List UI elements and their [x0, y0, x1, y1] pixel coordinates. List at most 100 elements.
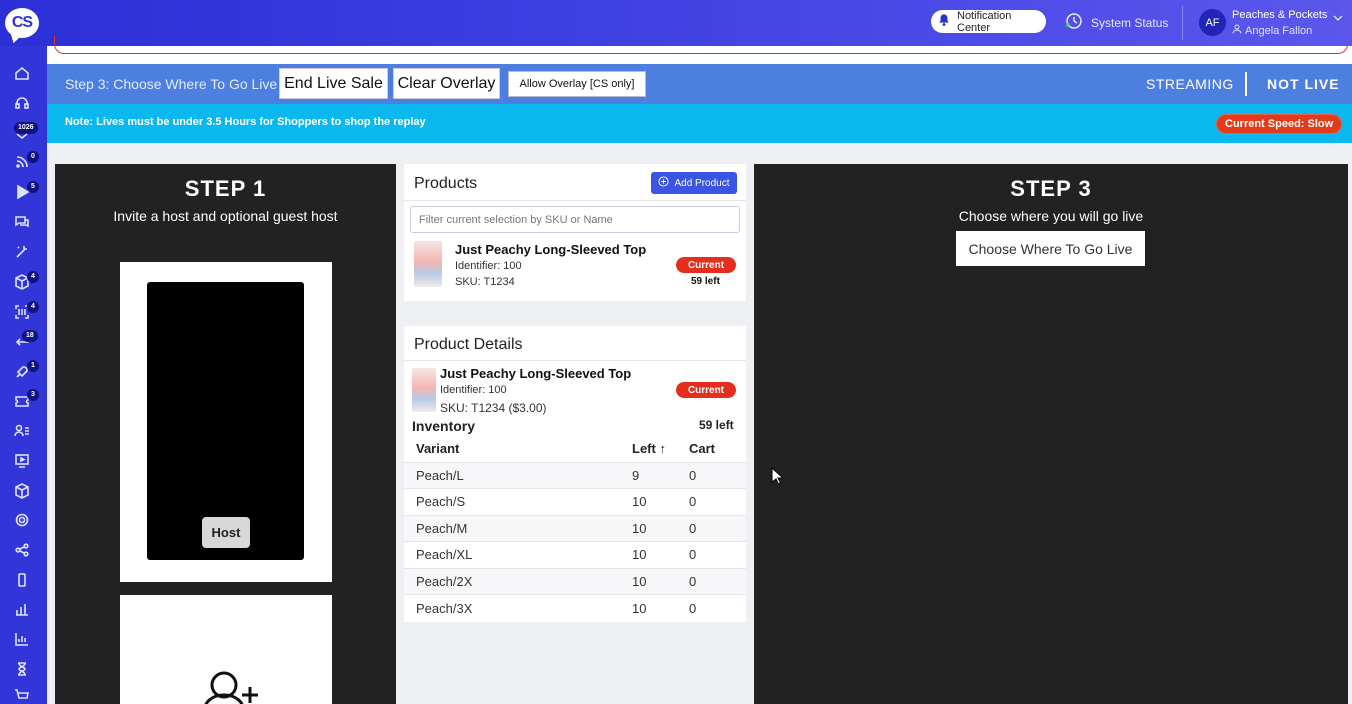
step3-panel: STEP 3 Choose where you will go live Cho… — [754, 164, 1348, 704]
divider — [404, 200, 746, 201]
host-video-preview: Host — [147, 282, 304, 560]
column-variant[interactable]: Variant — [404, 436, 620, 462]
mobile-icon[interactable] — [12, 570, 32, 590]
column-left-label: Left — [632, 441, 656, 457]
status-divider — [1245, 72, 1247, 96]
left-cell: 9 — [620, 461, 677, 489]
chat-icon[interactable] — [12, 212, 32, 232]
tickets-badge: 3 — [27, 389, 39, 401]
cube-icon[interactable] — [12, 481, 32, 501]
product-thumbnail[interactable] — [414, 241, 442, 287]
table-row: Peach/2X 10 0 — [404, 567, 746, 595]
bell-icon — [937, 13, 951, 30]
end-live-sale-button[interactable]: End Live Sale — [279, 68, 388, 99]
sidebar: 1026 0 5 4 4 18 1 3 — [0, 46, 47, 704]
clear-overlay-button[interactable]: Clear Overlay — [393, 68, 500, 99]
magic-wand-icon[interactable] — [12, 242, 32, 262]
share-icon[interactable] — [12, 540, 32, 560]
note-text: Note: Lives must be under 3.5 Hours for … — [65, 116, 426, 128]
system-status-button[interactable]: System Status — [1065, 12, 1168, 33]
topbar-divider — [1182, 6, 1183, 40]
variant-cell: Peach/S — [404, 488, 620, 515]
product-details-card: Product Details Just Peachy Long-Sleeved… — [404, 326, 746, 622]
products-badge: 4 — [27, 271, 39, 283]
inventory-table: Variant Left ↑ Cart Peach/L 9 0 Peach/S 10 0… — [404, 436, 746, 621]
host-card: Host — [120, 262, 332, 582]
headset-icon[interactable] — [12, 93, 32, 113]
product-details-title: Product Details — [414, 336, 523, 353]
bar-chart-icon[interactable] — [12, 599, 32, 619]
alert-strip — [47, 36, 1352, 64]
step-bar: Step 3: Choose Where To Go Live End Live… — [47, 64, 1352, 104]
orders-icon[interactable] — [12, 124, 32, 144]
add-user-icon[interactable] — [200, 663, 260, 704]
step3-subtitle: Choose where you will go live — [958, 208, 1144, 224]
feeds-badge: 0 — [27, 151, 39, 163]
analytics-icon[interactable] — [12, 629, 32, 649]
product-sku: SKU: T1234 — [455, 276, 515, 288]
table-row: Peach/3X 10 0 — [404, 594, 746, 621]
mouse-cursor-icon — [771, 466, 785, 485]
left-cell: 10 — [620, 594, 677, 621]
video-screen-icon[interactable] — [12, 451, 32, 471]
step1-panel: STEP 1 Invite a host and optional guest … — [55, 164, 396, 704]
add-product-button[interactable]: Add Product — [651, 172, 737, 194]
allow-overlay-button[interactable]: Allow Overlay [CS only] — [508, 71, 646, 97]
step-label: Step 3: Choose Where To Go Live — [65, 76, 278, 92]
plus-circle-icon — [658, 176, 670, 190]
inventory-header-row: Variant Left ↑ Cart — [404, 436, 746, 462]
column-left[interactable]: Left ↑ — [620, 436, 677, 462]
avatar[interactable]: AF — [1199, 9, 1226, 36]
add-guest-card[interactable] — [120, 595, 332, 704]
product-filter-input[interactable] — [410, 206, 740, 233]
cart-cell: 0 — [677, 594, 746, 621]
cart-cell: 0 — [677, 567, 746, 595]
system-status-label: System Status — [1091, 15, 1169, 30]
add-product-label: Add Product — [674, 177, 730, 189]
home-icon[interactable] — [12, 63, 32, 83]
left-cell: 10 — [620, 488, 677, 515]
cart-icon[interactable] — [12, 686, 32, 704]
account-menu[interactable]: Peaches & Pockets Angela Fallon — [1232, 7, 1327, 39]
left-cell: 10 — [620, 541, 677, 568]
variant-cell: Peach/2X — [404, 567, 620, 595]
chevron-down-icon[interactable] — [1333, 13, 1343, 25]
details-identifier: Identifier: 100 — [440, 384, 507, 396]
step1-subtitle: Invite a host and optional guest host — [113, 208, 338, 224]
account-name: Peaches & Pockets — [1232, 9, 1328, 21]
host-button[interactable]: Host — [202, 517, 250, 548]
divider — [404, 360, 746, 361]
alert-strip-border — [54, 36, 1348, 54]
cart-cell: 0 — [677, 541, 746, 568]
table-row: Peach/L 9 0 — [404, 461, 746, 489]
variant-cell: Peach/XL — [404, 541, 620, 568]
product-left-count: 59 left — [691, 276, 720, 287]
step1-title: STEP 1 — [184, 176, 267, 201]
product-name[interactable]: Just Peachy Long-Sleeved Top — [455, 242, 646, 257]
details-sku: SKU: T1234 ($3.00) — [440, 401, 547, 415]
clock-history-icon — [1065, 12, 1083, 33]
column-cart[interactable]: Cart — [677, 436, 746, 462]
scan-badge: 4 — [27, 301, 39, 313]
gear-icon[interactable] — [12, 510, 32, 530]
left-cell: 10 — [620, 567, 677, 595]
hourglass-icon[interactable] — [12, 659, 32, 679]
returns-badge: 18 — [22, 330, 38, 342]
user-list-icon[interactable] — [12, 421, 32, 441]
app-logo[interactable]: CS — [5, 8, 39, 38]
table-row: Peach/S 10 0 — [404, 488, 746, 515]
left-cell: 10 — [620, 514, 677, 542]
current-speed-badge: Current Speed: Slow — [1216, 114, 1343, 134]
product-identifier: Identifier: 100 — [455, 260, 522, 272]
notification-center-button[interactable]: Notification Center — [931, 10, 1046, 34]
variant-cell: Peach/3X — [404, 594, 620, 621]
sort-arrow-icon: ↑ — [659, 441, 666, 457]
details-thumbnail — [412, 368, 436, 412]
step3-title: STEP 3 — [1010, 176, 1092, 201]
details-product-name: Just Peachy Long-Sleeved Top — [440, 366, 632, 381]
choose-where-to-go-live-button[interactable]: Choose Where To Go Live — [956, 231, 1145, 266]
inventory-left: 59 left — [699, 418, 734, 432]
promos-badge: 1 — [27, 360, 39, 372]
products-title: Products — [414, 175, 478, 192]
cart-cell: 0 — [677, 461, 746, 489]
